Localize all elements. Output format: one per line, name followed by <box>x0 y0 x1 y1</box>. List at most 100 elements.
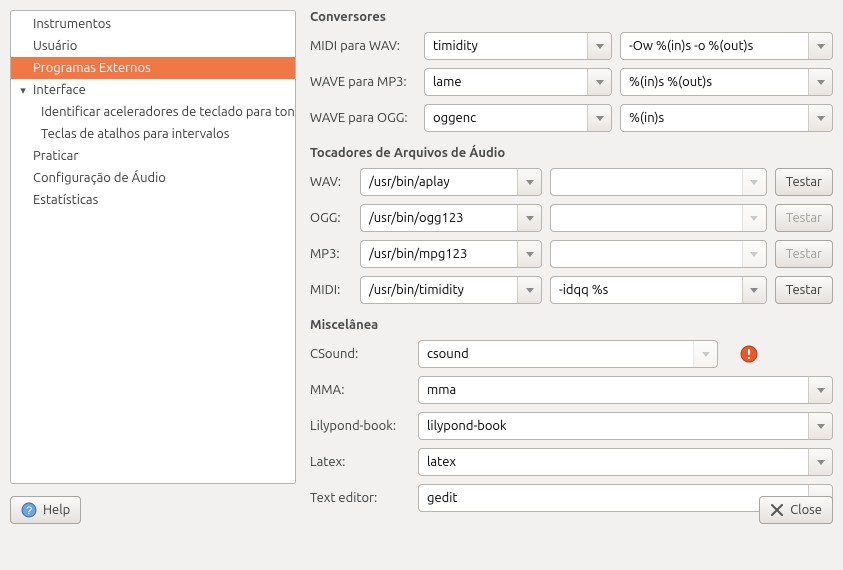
combo-field[interactable] <box>360 276 542 304</box>
dropdown-button[interactable] <box>808 449 832 475</box>
player-label: MIDI: <box>310 283 352 297</box>
combo-field[interactable] <box>418 376 833 404</box>
combo-input[interactable] <box>361 205 517 231</box>
combo-field[interactable] <box>550 276 767 304</box>
sidebar-item-4[interactable]: Identificar aceleradores de teclado para… <box>11 101 295 123</box>
combo-field[interactable] <box>360 168 542 196</box>
help-icon: ? <box>21 502 37 518</box>
sidebar-item-3[interactable]: ▾ Interface <box>11 79 295 101</box>
player-label: OGG: <box>310 211 352 225</box>
dropdown-button[interactable] <box>742 277 766 303</box>
sidebar-item-label: Identificar aceleradores de teclado para… <box>41 105 296 119</box>
test-button: Testar <box>775 204 833 232</box>
dropdown-button[interactable] <box>808 377 832 403</box>
combo-input[interactable] <box>361 241 517 267</box>
converter-label: WAVE para MP3: <box>310 75 416 89</box>
sidebar-item-label: Instrumentos <box>33 17 111 31</box>
converter-row-0: MIDI para WAV: <box>310 32 833 60</box>
converter-label: WAVE para OGG: <box>310 111 416 125</box>
combo-field[interactable] <box>550 240 767 268</box>
dropdown-button[interactable] <box>587 69 611 95</box>
dropdown-button[interactable] <box>587 33 611 59</box>
misc-label: MMA: <box>310 383 410 397</box>
dropdown-button[interactable] <box>517 241 541 267</box>
combo-field[interactable] <box>360 204 542 232</box>
converter-row-2: WAVE para OGG: <box>310 104 833 132</box>
combo-field[interactable] <box>418 412 833 440</box>
sidebar-item-6[interactable]: Praticar <box>11 145 295 167</box>
combo-field[interactable] <box>360 240 542 268</box>
combo-input[interactable] <box>419 341 693 367</box>
sidebar-item-label: Configuração de Áudio <box>33 171 166 185</box>
combo-field[interactable] <box>424 32 612 60</box>
combo-input[interactable] <box>621 33 808 59</box>
section-misc-title: Miscelânea <box>310 318 833 332</box>
dropdown-button[interactable] <box>517 169 541 195</box>
combo-field[interactable] <box>550 168 767 196</box>
combo-input[interactable] <box>621 69 808 95</box>
combo-field[interactable] <box>620 104 833 132</box>
combo-input[interactable] <box>419 413 808 439</box>
combo-field[interactable] <box>418 448 833 476</box>
sidebar-item-label: Teclas de atalhos para intervalos <box>41 127 229 141</box>
expander-icon[interactable]: ▾ <box>17 84 29 97</box>
combo-field[interactable] <box>550 204 767 232</box>
sidebar-item-5[interactable]: Teclas de atalhos para intervalos <box>11 123 295 145</box>
sidebar-item-1[interactable]: Usuário <box>11 35 295 57</box>
close-button[interactable]: Close <box>759 496 833 524</box>
player-row-3: MIDI: Testar <box>310 276 833 304</box>
sidebar-item-label: Usuário <box>33 39 77 53</box>
dropdown-button <box>742 205 766 231</box>
combo-input[interactable] <box>419 449 808 475</box>
misc-row-0: CSound: <box>310 340 833 368</box>
combo-input[interactable] <box>551 277 742 303</box>
player-label: WAV: <box>310 175 352 189</box>
test-button[interactable]: Testar <box>775 168 833 196</box>
combo-input[interactable] <box>425 105 587 131</box>
combo-input[interactable] <box>425 33 587 59</box>
player-row-1: OGG: Testar <box>310 204 833 232</box>
section-tocadores-title: Tocadores de Arquivos de Áudio <box>310 146 833 160</box>
dropdown-button[interactable] <box>808 105 832 131</box>
dropdown-button[interactable] <box>808 69 832 95</box>
close-button-label: Close <box>790 503 822 517</box>
player-row-2: MP3:Testar <box>310 240 833 268</box>
combo-field[interactable] <box>418 340 718 368</box>
sidebar-item-7[interactable]: Configuração de Áudio <box>11 167 295 189</box>
help-button-label: Help <box>43 503 70 517</box>
misc-label: Latex: <box>310 455 410 469</box>
combo-field[interactable] <box>620 68 833 96</box>
combo-input[interactable] <box>361 169 517 195</box>
combo-field[interactable] <box>424 68 612 96</box>
test-button-label: Testar <box>786 247 822 261</box>
dropdown-button[interactable] <box>517 205 541 231</box>
combo-input[interactable] <box>621 105 808 131</box>
preferences-sidebar[interactable]: Instrumentos Usuário Programas Externos ▾ In… <box>10 10 296 484</box>
sidebar-item-8[interactable]: Estatísticas <box>11 189 295 211</box>
help-button[interactable]: ? Help <box>10 496 81 524</box>
sidebar-item-label: Interface <box>33 83 86 97</box>
misc-row-3: Latex: <box>310 448 833 476</box>
sidebar-item-2[interactable]: Programas Externos <box>11 57 295 79</box>
test-button[interactable]: Testar <box>775 276 833 304</box>
sidebar-item-label: Estatísticas <box>33 193 98 207</box>
converter-label: MIDI para WAV: <box>310 39 416 53</box>
preferences-pane: Conversores MIDI para WAV: WAVE para MP3:… <box>310 10 833 520</box>
section-conversores-title: Conversores <box>310 10 833 24</box>
combo-field[interactable] <box>620 32 833 60</box>
combo-input[interactable] <box>551 205 742 231</box>
combo-input[interactable] <box>551 241 742 267</box>
dropdown-button[interactable] <box>808 413 832 439</box>
dropdown-button[interactable] <box>808 33 832 59</box>
test-button-label: Testar <box>786 175 822 189</box>
sidebar-item-0[interactable]: Instrumentos <box>11 13 295 35</box>
combo-input[interactable] <box>551 169 742 195</box>
combo-field[interactable] <box>424 104 612 132</box>
combo-input[interactable] <box>419 377 808 403</box>
combo-input[interactable] <box>425 69 587 95</box>
dropdown-button[interactable] <box>587 105 611 131</box>
combo-input[interactable] <box>361 277 517 303</box>
close-icon <box>770 503 784 517</box>
misc-label: Lilypond-book: <box>310 419 410 433</box>
dropdown-button[interactable] <box>517 277 541 303</box>
